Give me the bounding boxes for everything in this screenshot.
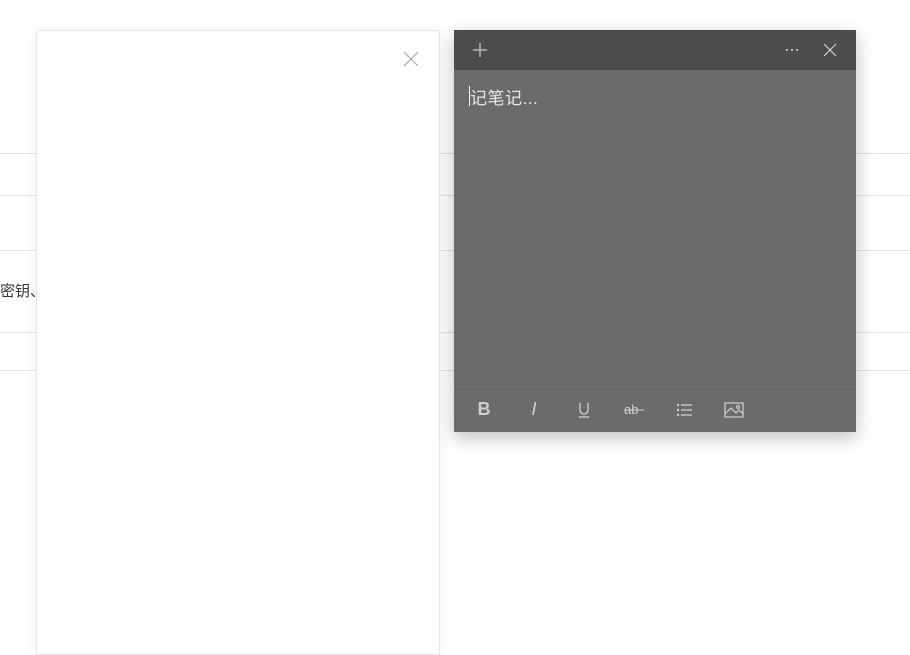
new-note-button[interactable] <box>464 34 496 66</box>
bold-button[interactable]: B <box>462 390 506 430</box>
bold-icon: B <box>478 399 491 420</box>
close-button[interactable] <box>399 47 423 71</box>
underline-button[interactable] <box>562 390 606 430</box>
note-editor[interactable]: 记笔记... <box>454 70 856 386</box>
strikethrough-button[interactable]: ab <box>612 390 656 430</box>
strikethrough-icon: ab <box>624 401 644 419</box>
note-placeholder: 记笔记... <box>470 84 840 109</box>
insert-image-button[interactable] <box>712 390 756 430</box>
close-icon <box>403 51 419 67</box>
sticky-note-window: 记笔记... B I ab <box>454 30 856 432</box>
list-icon <box>675 401 693 419</box>
note-menu-button[interactable] <box>776 34 808 66</box>
note-titlebar <box>454 30 856 70</box>
italic-button[interactable]: I <box>512 390 556 430</box>
note-format-toolbar: B I ab <box>454 386 856 432</box>
close-icon <box>823 43 837 57</box>
note-close-button[interactable] <box>814 34 846 66</box>
text-caret <box>469 86 470 106</box>
plus-icon <box>472 42 488 58</box>
left-panel <box>36 30 440 655</box>
ellipsis-icon <box>784 42 800 58</box>
bullet-list-button[interactable] <box>662 390 706 430</box>
image-icon <box>724 402 744 418</box>
underline-icon <box>575 401 593 419</box>
italic-icon: I <box>531 399 536 420</box>
